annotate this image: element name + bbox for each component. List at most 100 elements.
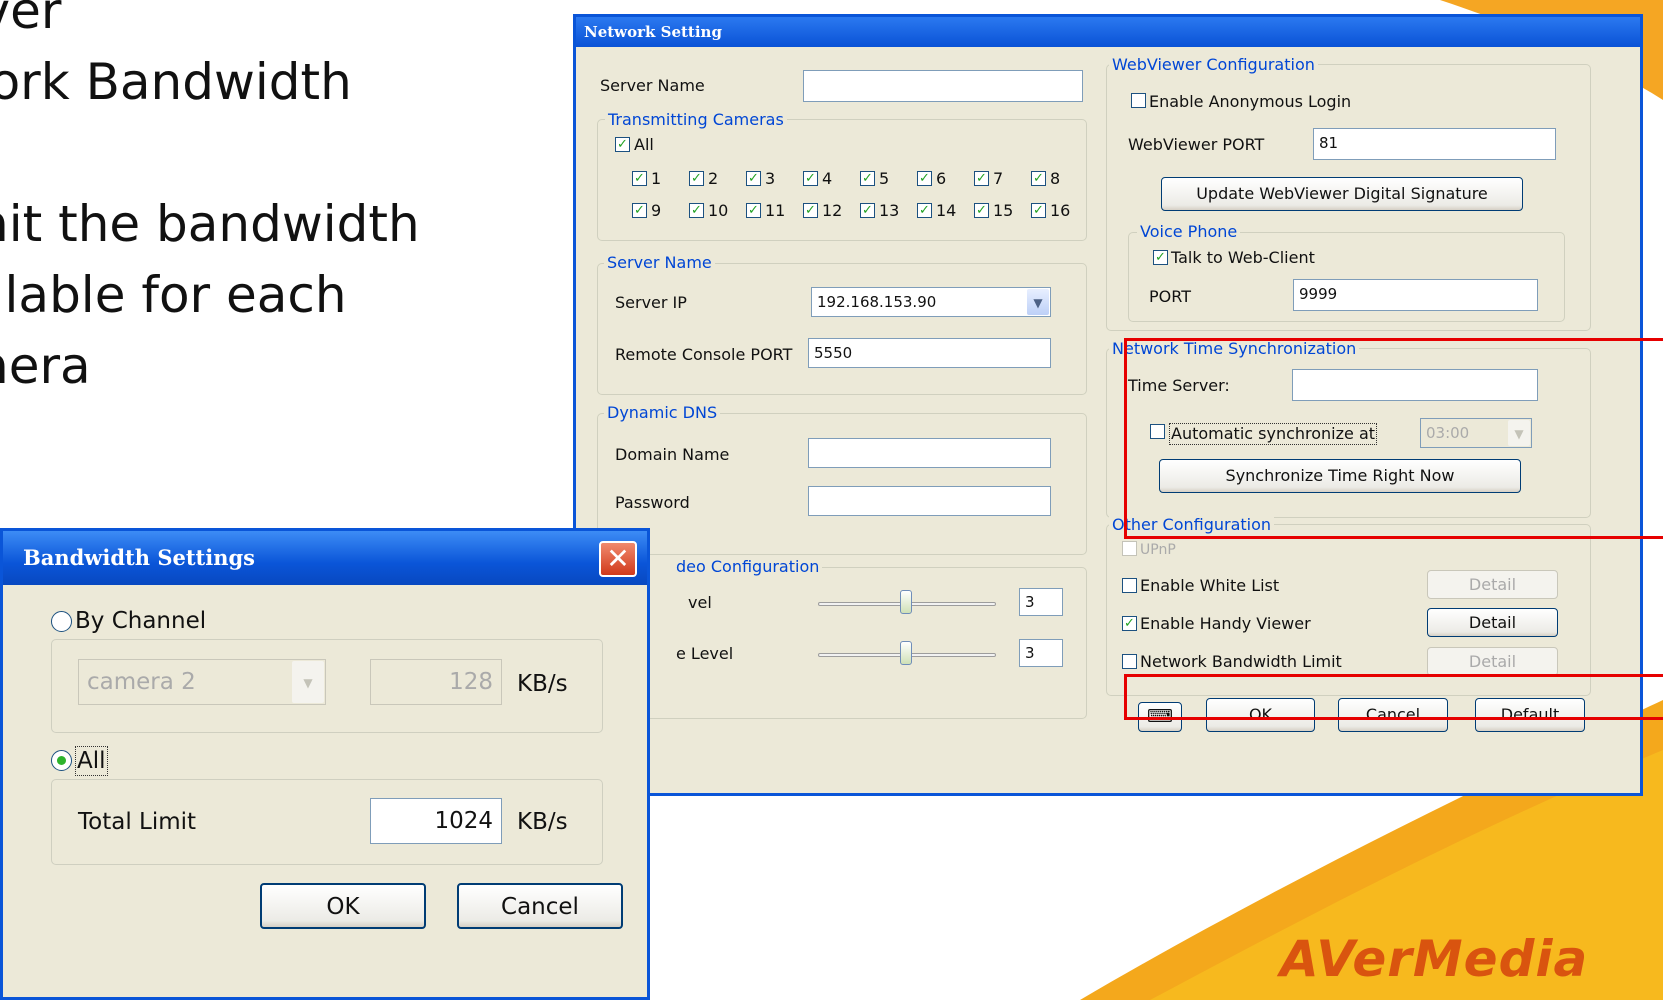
camera-label: 13 [879, 201, 900, 220]
camera-checkbox-14[interactable]: ✓ [917, 203, 932, 218]
camera-label: 3 [765, 169, 776, 188]
chevron-down-icon[interactable]: ▼ [1027, 289, 1049, 315]
talk-to-web-client-label: Talk to Web-Client [1171, 248, 1315, 267]
webviewer-port-label: WebViewer PORT [1128, 135, 1265, 154]
second-level-value[interactable]: 3 [1019, 639, 1063, 667]
talk-to-web-client-checkbox[interactable]: ✓ [1153, 250, 1168, 265]
server-ip-label: Server IP [615, 293, 687, 312]
video-second-level-label: e Level [676, 644, 734, 663]
channel-select[interactable]: camera 2 ▼ [78, 659, 326, 705]
camera-label: 15 [993, 201, 1014, 220]
camera-checkbox-8[interactable]: ✓ [1031, 171, 1046, 186]
camera-checkbox-6[interactable]: ✓ [917, 171, 932, 186]
camera-label: 12 [822, 201, 843, 220]
remote-console-port-label: Remote Console PORT [615, 345, 793, 364]
domain-name-input[interactable] [808, 438, 1051, 468]
update-digital-signature-button[interactable]: Update WebViewer Digital Signature [1161, 177, 1523, 211]
total-limit-input[interactable]: 1024 [370, 798, 502, 844]
remote-console-port-input[interactable]: 5550 [808, 338, 1051, 368]
slide-line: vork Bandwidth [0, 53, 352, 111]
total-limit-unit: KB/s [517, 809, 568, 835]
video-configuration-legend: deo Configuration [636, 557, 823, 577]
handy-viewer-label: Enable Handy Viewer [1140, 614, 1311, 633]
total-limit-label: Total Limit [78, 809, 197, 835]
server-name-input[interactable] [803, 70, 1083, 102]
server-group [597, 263, 1087, 395]
video-configuration-group [597, 567, 1087, 719]
bandwidth-limit-highlight-box [1124, 674, 1663, 720]
white-list-label: Enable White List [1140, 576, 1280, 595]
upnp-label: UPnP [1140, 542, 1176, 558]
webviewer-legend: WebViewer Configuration [1109, 55, 1318, 75]
password-label: Password [615, 493, 690, 512]
camera-checkbox-4[interactable]: ✓ [803, 171, 818, 186]
channel-rate-input[interactable]: 128 [370, 659, 502, 705]
camera-checkbox-9[interactable]: ✓ [632, 203, 647, 218]
camera-checkbox-13[interactable]: ✓ [860, 203, 875, 218]
domain-name-label: Domain Name [615, 445, 730, 464]
camera-label: 8 [1050, 169, 1061, 188]
white-list-checkbox[interactable] [1122, 578, 1137, 593]
upnp-checkbox[interactable] [1122, 541, 1137, 556]
avermedia-logo: AVerMedia [1280, 930, 1589, 988]
anonymous-login-checkbox[interactable] [1131, 93, 1146, 108]
camera-label: 7 [993, 169, 1004, 188]
handy-viewer-checkbox[interactable]: ✓ [1122, 616, 1137, 631]
all-radio[interactable] [51, 750, 72, 771]
window-title: Network Setting [576, 17, 1640, 47]
webviewer-port-input[interactable]: 81 [1313, 128, 1556, 160]
anonymous-login-label: Enable Anonymous Login [1149, 92, 1352, 111]
camera-label: 10 [708, 201, 729, 220]
dialog-cancel-button[interactable]: Cancel [457, 883, 623, 929]
bandwidth-limit-label: Network Bandwidth Limit [1140, 652, 1342, 671]
camera-checkbox-3[interactable]: ✓ [746, 171, 761, 186]
camera-label: 6 [936, 169, 947, 188]
bandwidth-limit-checkbox[interactable] [1122, 654, 1137, 669]
camera-label: 4 [822, 169, 833, 188]
handy-viewer-detail-button[interactable]: Detail [1427, 608, 1558, 637]
camera-checkbox-1[interactable]: ✓ [632, 171, 647, 186]
white-list-detail-button[interactable]: Detail [1427, 570, 1558, 599]
camera-checkbox-16[interactable]: ✓ [1031, 203, 1046, 218]
dynamic-dns-group [597, 413, 1087, 555]
all-cameras-label: All [634, 135, 654, 154]
voice-port-input[interactable]: 9999 [1293, 279, 1538, 311]
second-level-slider-thumb[interactable] [900, 641, 912, 665]
video-level-value[interactable]: 3 [1019, 588, 1063, 616]
camera-checkbox-7[interactable]: ✓ [974, 171, 989, 186]
camera-checkbox-11[interactable]: ✓ [746, 203, 761, 218]
close-icon[interactable]: ✕ [599, 541, 637, 577]
transmitting-cameras-legend: Transmitting Cameras [605, 110, 787, 130]
camera-checkbox-10[interactable]: ✓ [689, 203, 704, 218]
camera-checkbox-2[interactable]: ✓ [689, 171, 704, 186]
slide-line: mera [0, 337, 91, 395]
channel-select-value: camera 2 [87, 669, 196, 695]
camera-label: 5 [879, 169, 890, 188]
dialog-ok-button[interactable]: OK [260, 883, 426, 929]
camera-checkbox-12[interactable]: ✓ [803, 203, 818, 218]
video-level-slider-thumb[interactable] [900, 590, 912, 614]
server-ip-value: 192.168.153.90 [817, 293, 937, 311]
camera-label: 2 [708, 169, 719, 188]
server-group-legend: Server Name [604, 253, 715, 273]
slide-line: mit the bandwidth [0, 195, 420, 253]
camera-checkbox-5[interactable]: ✓ [860, 171, 875, 186]
video-level-label: vel [688, 593, 712, 612]
bandwidth-detail-button[interactable]: Detail [1427, 647, 1558, 676]
by-channel-radio[interactable] [51, 611, 72, 632]
slide-line: rver [0, 0, 62, 40]
slide-bullet-text: rver vork Bandwidth t mit the bandwidth … [0, 0, 420, 402]
camera-label: 14 [936, 201, 957, 220]
channel-rate-unit: KB/s [517, 671, 568, 697]
camera-checkbox-15[interactable]: ✓ [974, 203, 989, 218]
server-ip-select[interactable]: 192.168.153.90 ▼ [811, 287, 1051, 317]
by-channel-label: By Channel [75, 608, 207, 634]
all-cameras-checkbox[interactable]: ✓ [615, 137, 630, 152]
camera-label: 9 [651, 201, 662, 220]
bandwidth-settings-dialog: Bandwidth Settings ✕ By Channel camera 2… [0, 528, 650, 1000]
password-input[interactable] [808, 486, 1051, 516]
voice-phone-legend: Voice Phone [1137, 222, 1241, 242]
chevron-down-icon[interactable]: ▼ [292, 661, 324, 703]
voice-port-label: PORT [1149, 287, 1191, 306]
server-name-label: Server Name [600, 76, 705, 95]
